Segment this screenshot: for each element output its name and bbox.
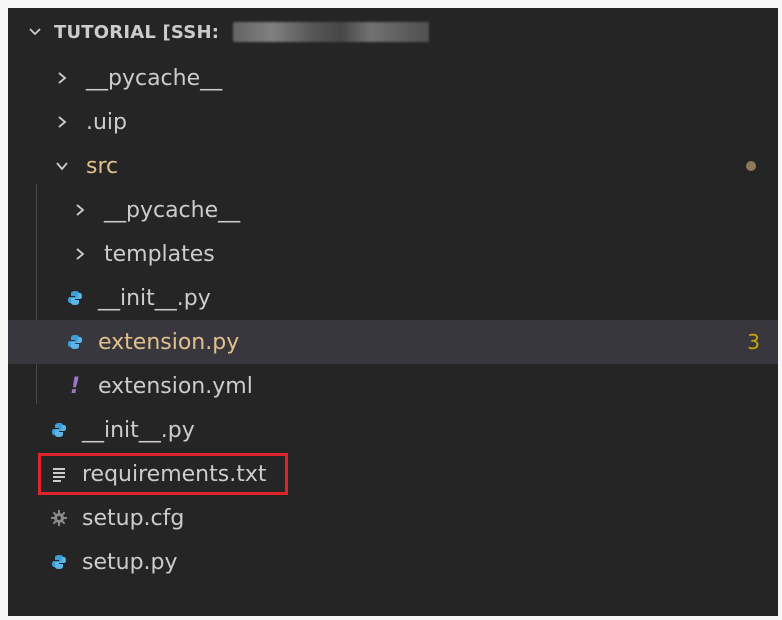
chevron-right-icon <box>70 244 90 264</box>
tree-item-extension-py[interactable]: extension.py 3 <box>8 320 778 364</box>
tree-item-label: setup.cfg <box>82 505 185 531</box>
python-icon <box>64 287 86 309</box>
tree-item-label: requirements.txt <box>82 461 267 487</box>
tree-item-label: __init__.py <box>82 417 195 443</box>
tree-item-label: __pycache__ <box>104 197 241 223</box>
tree-item-init[interactable]: __init__.py <box>8 408 778 452</box>
file-tree: __pycache__ .uip src __pycache__ templat… <box>8 56 778 584</box>
workspace-title: TUTORIAL [SSH: <box>54 21 220 43</box>
python-icon <box>64 331 86 353</box>
tree-item-label: .uip <box>86 109 128 135</box>
python-icon <box>48 419 70 441</box>
tree-item-uip[interactable]: .uip <box>8 100 778 144</box>
explorer-panel: TUTORIAL [SSH: __pycache__ .uip src __py… <box>8 8 778 616</box>
chevron-right-icon <box>52 112 72 132</box>
tree-item-setup-py[interactable]: setup.py <box>8 540 778 584</box>
tree-item-label: setup.py <box>82 549 178 575</box>
gear-icon <box>48 507 70 529</box>
redacted-host <box>233 22 430 42</box>
chevron-down-icon <box>52 156 72 176</box>
tree-item-templates[interactable]: templates <box>8 232 778 276</box>
explorer-header[interactable]: TUTORIAL [SSH: <box>8 8 778 56</box>
python-icon <box>48 551 70 573</box>
tree-item-setup-cfg[interactable]: setup.cfg <box>8 496 778 540</box>
tree-item-src[interactable]: src <box>8 144 778 188</box>
tree-item-label: __pycache__ <box>86 65 223 91</box>
tree-item-requirements[interactable]: requirements.txt <box>8 452 778 496</box>
tree-item-label: templates <box>104 241 215 267</box>
tree-item-extension-yml[interactable]: ! extension.yml <box>8 364 778 408</box>
tree-item-label: extension.py <box>98 329 240 355</box>
text-file-icon <box>48 463 70 485</box>
tree-item-label: __init__.py <box>98 285 211 311</box>
problems-count-badge: 3 <box>747 330 760 354</box>
chevron-right-icon <box>52 68 72 88</box>
tree-item-pycache[interactable]: __pycache__ <box>8 56 778 100</box>
yaml-icon: ! <box>69 373 81 399</box>
tree-item-src-init[interactable]: __init__.py <box>8 276 778 320</box>
tree-item-label: src <box>86 153 119 179</box>
chevron-down-icon[interactable] <box>20 8 50 56</box>
tree-item-label: extension.yml <box>98 373 253 399</box>
chevron-right-icon <box>70 200 90 220</box>
tree-item-src-pycache[interactable]: __pycache__ <box>8 188 778 232</box>
modified-dot-icon <box>746 161 756 171</box>
